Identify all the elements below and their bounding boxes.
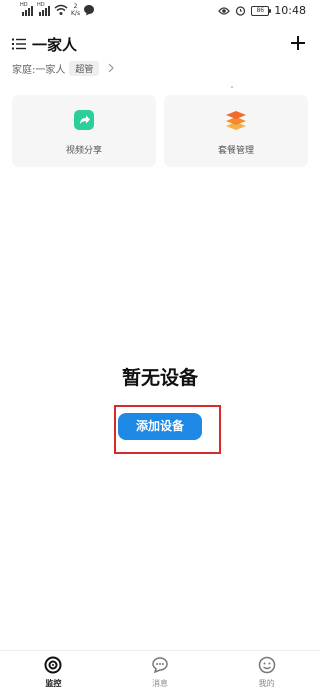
status-left: HD HD 2 K/s	[20, 3, 95, 17]
signal-icon: HD	[37, 3, 51, 17]
bottom-nav: 监控 消息 我的	[0, 650, 320, 693]
monitor-icon	[44, 656, 62, 674]
feature-cards: 视频分享 套餐管理	[12, 95, 308, 167]
empty-state-title: 暂无设备	[121, 367, 198, 389]
video-share-label: 视频分享	[65, 146, 102, 156]
eye-icon	[218, 6, 231, 15]
message-icon	[152, 657, 168, 674]
nav-item-messages[interactable]: 消息	[107, 651, 214, 693]
family-selector[interactable]: 家庭:一家人 超管	[12, 60, 115, 76]
add-icon[interactable]	[290, 35, 306, 51]
sim1-label: HD	[20, 2, 28, 8]
family-title[interactable]: 一家人	[32, 34, 77, 55]
wifi-icon	[54, 4, 68, 15]
signal-icon: HD	[20, 3, 34, 17]
app-header: 一家人	[0, 32, 320, 58]
battery-icon: 86	[251, 5, 272, 16]
alarm-icon	[236, 6, 246, 16]
net-speed: 2 K/s	[71, 3, 80, 17]
nav-label-messages: 消息	[152, 679, 168, 688]
status-bar: HD HD 2 K/s 86 10:48	[0, 0, 320, 26]
chevron-right-icon	[108, 63, 115, 73]
plan-management-label: 套餐管理	[217, 146, 254, 156]
nav-label-profile: 我的	[258, 679, 275, 688]
share-icon	[74, 110, 94, 130]
status-right: 86 10:48	[218, 4, 306, 17]
nav-item-profile[interactable]: 我的	[213, 651, 320, 693]
add-device-button[interactable]: 添加设备	[118, 413, 202, 440]
family-label: 家庭:一家人	[12, 64, 66, 76]
divider-dot	[231, 86, 233, 88]
plan-management-card[interactable]: 套餐管理	[164, 95, 308, 167]
profile-icon	[258, 656, 275, 674]
role-badge: 超管	[69, 60, 100, 76]
chat-bubble-icon	[84, 5, 95, 16]
layers-icon	[226, 111, 246, 130]
nav-item-monitor[interactable]: 监控	[0, 651, 107, 693]
net-speed-value: 2	[73, 3, 78, 10]
sim2-label: HD	[37, 2, 45, 8]
video-share-card[interactable]: 视频分享	[12, 95, 156, 167]
net-speed-unit: K/s	[71, 10, 81, 17]
clock: 10:48	[274, 4, 306, 17]
menu-list-icon[interactable]	[12, 38, 26, 50]
nav-label-monitor: 监控	[45, 679, 62, 688]
